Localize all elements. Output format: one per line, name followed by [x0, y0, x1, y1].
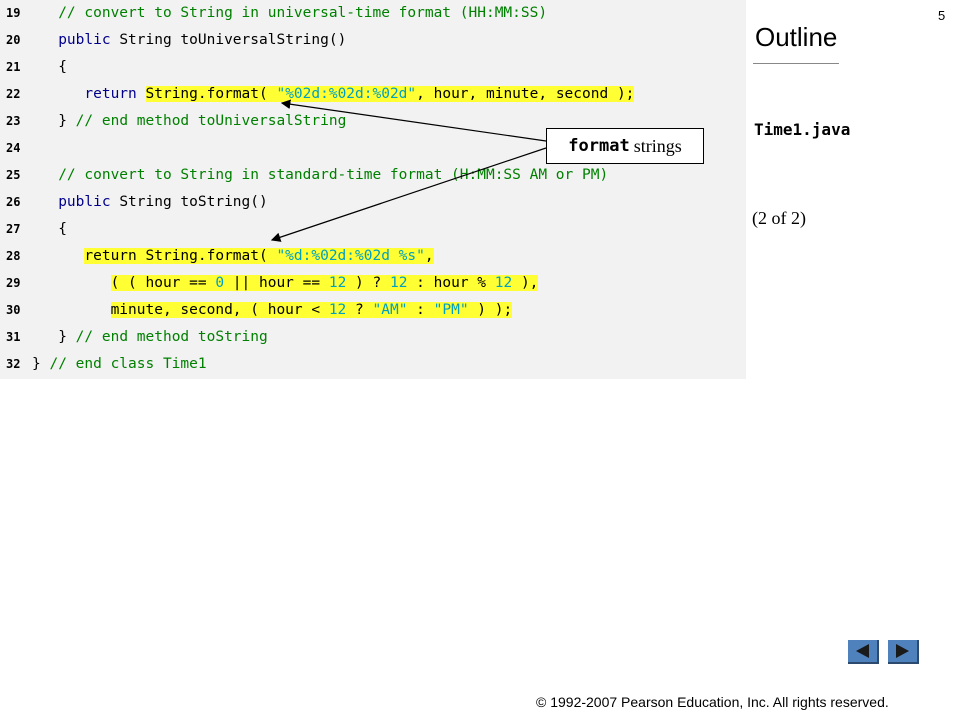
- callout-code-word: format: [568, 136, 630, 156]
- outline-title: Outline: [755, 22, 838, 52]
- filename-label: Time1.java: [754, 120, 851, 139]
- callout-arrows: [270, 99, 547, 242]
- slide-number: 5: [938, 8, 946, 23]
- triangle-left-icon: [856, 644, 869, 658]
- previous-slide-button[interactable]: [848, 640, 879, 664]
- arrow-to-line-28: [270, 147, 547, 242]
- triangle-right-icon: [896, 644, 909, 658]
- callout-text: strings: [633, 135, 682, 156]
- arrow-to-line-22: [280, 99, 547, 142]
- copyright-footer: © 1992-2007 Pearson Education, Inc. All …: [536, 694, 889, 710]
- page-indicator: (2 of 2): [752, 208, 806, 228]
- next-slide-button[interactable]: [888, 640, 919, 664]
- outline-underline: [753, 63, 839, 64]
- format-strings-callout: format strings: [546, 128, 704, 164]
